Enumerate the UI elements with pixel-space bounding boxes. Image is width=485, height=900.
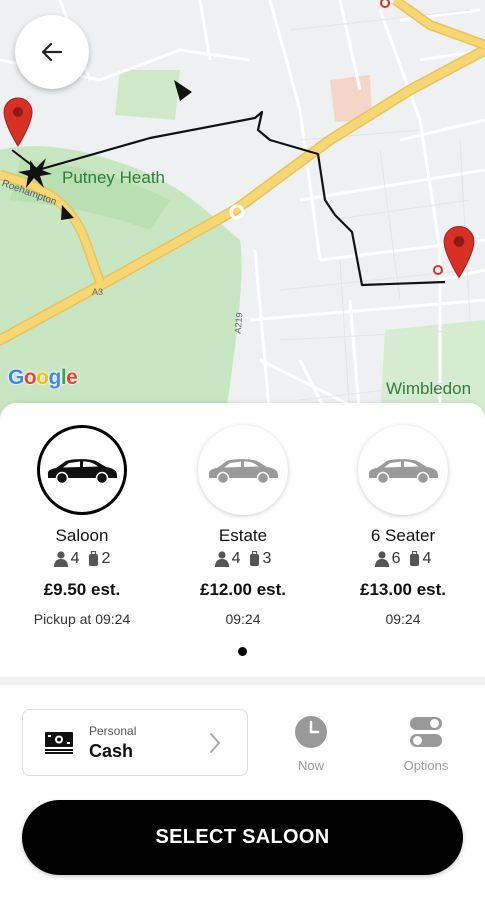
- vehicle-option-6-seater[interactable]: 6 Seater 6 4 £13.00 est. 09:24: [323, 425, 483, 627]
- payment-method-label: Cash: [89, 741, 134, 761]
- luggage-icon: [249, 551, 259, 566]
- vehicle-capacity: 4 2: [2, 550, 162, 568]
- car-icon: [208, 459, 278, 485]
- chevron-right-icon: [210, 733, 220, 753]
- passenger-icon: [53, 551, 68, 567]
- pickup-pin-icon: [3, 97, 33, 147]
- map-label-a219: A219: [232, 312, 245, 334]
- vehicle-capacity: 6 4: [323, 550, 483, 568]
- vehicle-pickup-time: 09:24: [385, 611, 421, 627]
- map-label-wimbledon: Wimbledon: [386, 379, 472, 398]
- options-button[interactable]: Options: [391, 715, 461, 773]
- booking-panel: Saloon 4 2 £9.50 est. Pickup at 09:24 Es…: [0, 403, 485, 900]
- luggage-count: 2: [101, 550, 111, 567]
- vehicle-capacity: 4 3: [163, 550, 323, 568]
- page-indicator-dot[interactable]: [238, 647, 247, 656]
- vehicle-name: Estate: [218, 526, 268, 545]
- section-divider: [0, 677, 485, 685]
- passenger-count: 4: [231, 550, 241, 567]
- vehicle-name: Saloon: [55, 526, 109, 545]
- car-icon: [47, 459, 117, 485]
- vehicle-price: £9.50 est.: [43, 580, 121, 599]
- passenger-count: 6: [391, 550, 401, 567]
- vehicle-pickup-time: Pickup at 09:24: [33, 611, 131, 627]
- destination-pin-icon: [443, 226, 475, 279]
- passenger-count: 4: [70, 550, 80, 567]
- payment-account-type: Personal: [89, 724, 137, 738]
- luggage-icon: [409, 551, 419, 566]
- luggage-count: 3: [262, 550, 272, 567]
- vehicle-price: £12.00 est.: [199, 580, 286, 599]
- arrow-left-icon: [41, 42, 63, 62]
- app-root: Putney Heath Wimbledon Roehampton A219 A…: [0, 0, 485, 900]
- luggage-icon: [88, 551, 98, 566]
- passenger-icon: [214, 551, 229, 567]
- options-label: Options: [403, 758, 449, 773]
- vehicle-pickup-time: 09:24: [225, 611, 261, 627]
- vehicle-name: 6 Seater: [370, 526, 436, 545]
- map-label-a3: A3: [92, 287, 104, 297]
- vehicle-option-estate[interactable]: Estate 4 3 £12.00 est. 09:24: [163, 425, 323, 627]
- vehicle-price: £13.00 est.: [359, 580, 446, 599]
- google-logo: Google: [8, 366, 78, 389]
- passenger-icon: [374, 551, 389, 567]
- select-vehicle-button[interactable]: SELECT SALOON: [22, 800, 463, 875]
- car-icon-container: [198, 425, 288, 515]
- toggle-options-icon: [410, 717, 442, 747]
- car-icon-container: [358, 425, 448, 515]
- map-view[interactable]: Putney Heath Wimbledon Roehampton A219 A…: [0, 0, 485, 420]
- payment-method-button[interactable]: Personal Cash: [22, 709, 248, 776]
- cash-icon: [45, 732, 73, 754]
- car-icon: [368, 459, 438, 485]
- car-icon-container: [37, 425, 127, 515]
- back-button[interactable]: [15, 15, 89, 89]
- luggage-count: 4: [422, 550, 432, 567]
- vehicle-option-saloon[interactable]: Saloon 4 2 £9.50 est. Pickup at 09:24: [2, 425, 162, 627]
- map-label-putney-heath: Putney Heath: [62, 168, 166, 187]
- clock-icon: [295, 716, 327, 748]
- schedule-now-button[interactable]: Now: [276, 715, 346, 773]
- vehicle-carousel[interactable]: Saloon 4 2 £9.50 est. Pickup at 09:24 Es…: [0, 425, 485, 645]
- now-label: Now: [297, 758, 324, 773]
